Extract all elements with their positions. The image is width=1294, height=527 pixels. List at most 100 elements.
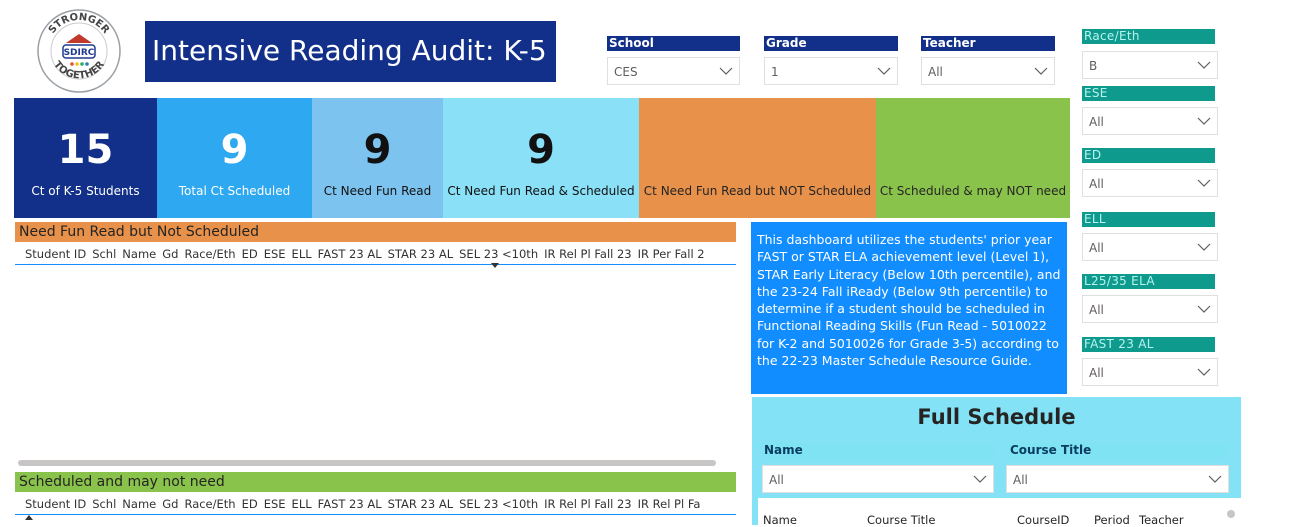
svg-text:SDIRC: SDIRC: [64, 48, 95, 58]
chevron-down-icon: [1197, 179, 1211, 187]
fs-course-dropdown[interactable]: All: [1006, 465, 1229, 493]
teacher-dropdown[interactable]: All: [921, 57, 1055, 85]
column-header[interactable]: ESE: [264, 497, 286, 511]
fs-course-label: Course Title: [1008, 443, 1227, 458]
card-value: 9: [527, 127, 555, 173]
ell-label: ELL: [1082, 212, 1215, 227]
card-label: Ct of K-5 Students: [31, 184, 140, 198]
ell-dropdown[interactable]: All: [1082, 233, 1218, 261]
column-header[interactable]: STAR 23 AL: [388, 497, 454, 511]
column-header[interactable]: Name: [122, 497, 156, 511]
fast23-value: All: [1089, 366, 1104, 380]
column-header[interactable]: IR Rel Pl Fall 23: [544, 247, 632, 261]
column-header[interactable]: Race/Eth: [184, 497, 235, 511]
dashboard-title-text: Intensive Reading Audit: K-5: [152, 34, 547, 67]
card-label: Ct Need Fun Read but NOT Scheduled: [643, 184, 872, 198]
column-header[interactable]: Schl: [92, 247, 116, 261]
column-header[interactable]: STAR 23 AL: [388, 247, 454, 261]
card-ct-need-fun-read-scheduled: 9 Ct Need Fun Read & Scheduled: [443, 98, 639, 218]
teacher-slicer[interactable]: Teacher All: [921, 36, 1055, 85]
ed-label: ED: [1082, 148, 1215, 163]
column-header[interactable]: Gd: [162, 247, 178, 261]
column-header[interactable]: IR Rel Pl Fall 23: [544, 497, 632, 511]
table-header-row: Student ID Schl Name Gd Race/Eth ED ESE ELL FAST…: [15, 242, 736, 265]
table-header-row: Student ID Schl Name Gd Race/Eth ED ESE ELL FAST…: [15, 492, 736, 515]
card-ct-k5-students: 15 Ct of K-5 Students: [14, 98, 157, 218]
ell-value: All: [1089, 241, 1104, 255]
column-header[interactable]: SEL 23 <10th: [459, 247, 538, 261]
fast23-slicer[interactable]: FAST 23 AL All: [1082, 337, 1218, 386]
ed-value: All: [1089, 177, 1104, 191]
l25-slicer[interactable]: L25/35 ELA All: [1082, 274, 1218, 323]
horizontal-scrollbar[interactable]: [18, 460, 716, 466]
l25-value: All: [1089, 303, 1104, 317]
race-eth-label: Race/Eth: [1082, 29, 1215, 44]
ed-slicer[interactable]: ED All: [1082, 148, 1218, 197]
sdirc-logo: STRONGER TOGETHER SDIRC: [36, 8, 122, 94]
fs-name-value: All: [769, 473, 784, 487]
race-eth-dropdown[interactable]: B: [1082, 51, 1218, 79]
column-header[interactable]: SEL 23 <10th: [459, 497, 538, 511]
race-eth-value: B: [1089, 59, 1098, 73]
column-header[interactable]: Race/Eth: [184, 247, 235, 261]
column-header[interactable]: ED: [242, 497, 258, 511]
column-header[interactable]: IR Rel Pl Fa: [638, 497, 701, 511]
chevron-down-icon: [1197, 243, 1211, 251]
column-header[interactable]: ELL: [292, 247, 312, 261]
chevron-down-icon: [973, 475, 987, 483]
ell-slicer[interactable]: ELL All: [1082, 212, 1218, 261]
fs-name-dropdown[interactable]: All: [762, 465, 994, 493]
need-fun-read-table[interactable]: Need Fun Read but Not Scheduled Student …: [15, 222, 736, 268]
fs-course-slicer[interactable]: Course Title: [1008, 443, 1227, 458]
card-ct-need-not-scheduled: Ct Need Fun Read but NOT Scheduled: [639, 98, 876, 218]
column-header[interactable]: Name: [122, 247, 156, 261]
ese-dropdown[interactable]: All: [1082, 107, 1218, 135]
ese-slicer[interactable]: ESE All: [1082, 86, 1218, 135]
chevron-down-icon: [877, 67, 891, 75]
grade-slicer[interactable]: Grade 1: [764, 36, 898, 85]
card-ct-scheduled-may-not-need: Ct Scheduled & may NOT need: [876, 98, 1070, 218]
l25-dropdown[interactable]: All: [1082, 295, 1218, 323]
l25-label: L25/35 ELA: [1082, 274, 1215, 289]
column-header[interactable]: IR Per Fall 2: [638, 247, 705, 261]
column-header[interactable]: Student ID: [25, 247, 86, 261]
column-header[interactable]: FAST 23 AL: [318, 497, 382, 511]
fs-name-slicer[interactable]: Name: [762, 443, 994, 458]
chevron-down-icon: [1197, 61, 1211, 69]
grade-value: 1: [771, 65, 779, 79]
grade-dropdown[interactable]: 1: [764, 57, 898, 85]
column-header[interactable]: ESE: [264, 247, 286, 261]
table-title: Need Fun Read but Not Scheduled: [15, 222, 736, 242]
column-header[interactable]: Student ID: [25, 497, 86, 511]
column-header[interactable]: Schl: [92, 497, 116, 511]
school-dropdown[interactable]: CES: [607, 57, 740, 85]
card-label: Ct Need Fun Read & Scheduled: [447, 184, 635, 198]
vertical-scrollbar[interactable]: [1227, 510, 1235, 518]
scheduled-may-not-need-table[interactable]: Scheduled and may not need Student ID Sch…: [15, 472, 736, 520]
chevron-down-icon: [1197, 305, 1211, 313]
column-header[interactable]: FAST 23 AL: [318, 247, 382, 261]
chevron-down-icon: [1034, 67, 1048, 75]
column-header[interactable]: Gd: [162, 497, 178, 511]
card-label: Ct Scheduled & may NOT need: [879, 184, 1067, 198]
card-ct-need-fun-read: 9 Ct Need Fun Read: [312, 98, 443, 218]
fast23-label: FAST 23 AL: [1082, 337, 1215, 352]
sort-desc-icon[interactable]: [491, 263, 499, 268]
ed-dropdown[interactable]: All: [1082, 169, 1218, 197]
column-header[interactable]: ELL: [292, 497, 312, 511]
dashboard-title: Intensive Reading Audit: K-5: [145, 21, 556, 82]
school-slicer-label: School: [607, 36, 740, 51]
fs-name-label: Name: [762, 443, 994, 458]
race-eth-slicer[interactable]: Race/Eth B: [1082, 29, 1218, 79]
card-value: 15: [57, 127, 114, 173]
fast23-dropdown[interactable]: All: [1082, 358, 1218, 386]
card-value: 9: [220, 127, 249, 173]
column-header[interactable]: ED: [242, 247, 258, 261]
school-slicer[interactable]: School CES: [607, 36, 740, 85]
sort-asc-icon[interactable]: [25, 515, 33, 520]
grade-slicer-label: Grade: [764, 36, 898, 51]
ese-value: All: [1089, 115, 1104, 129]
teacher-value: All: [928, 65, 943, 79]
full-schedule-table[interactable]: Name Course Title CourseID Period Teache…: [758, 498, 1242, 527]
fs-course-value: All: [1013, 473, 1028, 487]
